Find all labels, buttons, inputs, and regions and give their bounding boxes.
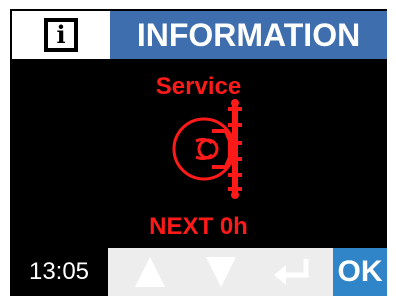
enter-icon [273,259,308,285]
clock: 13:05 [10,248,108,296]
info-icon: i [44,18,78,52]
enter-button[interactable] [266,250,318,294]
ok-button[interactable]: OK [333,248,387,296]
footer-bar: 13:05 OK [10,248,387,296]
wheel-service-icon [172,99,242,199]
down-button[interactable] [195,250,247,294]
up-arrow-icon [134,257,165,287]
info-icon-box: i [12,11,110,59]
nav-buttons [108,248,333,296]
down-arrow-icon [205,257,236,287]
page-title: INFORMATION [110,11,387,59]
display-screen: i INFORMATION Service NEXT 0h 13:05 OK [10,9,387,296]
service-status: NEXT 0h [149,213,248,240]
up-button[interactable] [124,250,176,294]
